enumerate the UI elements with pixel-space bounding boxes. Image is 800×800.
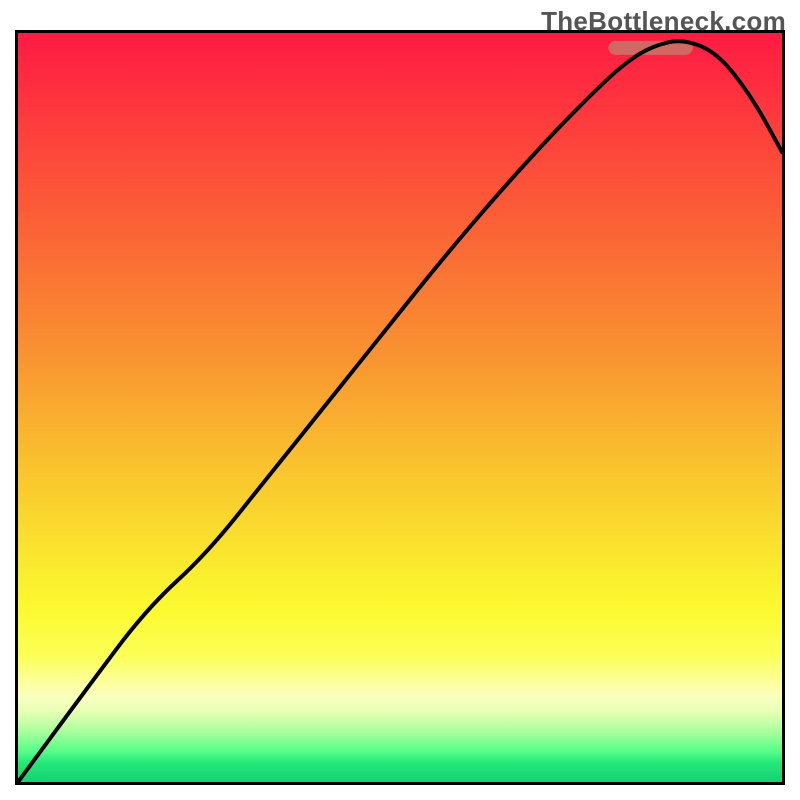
chart-canvas xyxy=(18,33,782,782)
page: TheBottleneck.com xyxy=(0,0,800,800)
chart-background xyxy=(18,33,782,782)
chart-frame xyxy=(15,30,785,785)
watermark-text: TheBottleneck.com xyxy=(541,6,786,37)
